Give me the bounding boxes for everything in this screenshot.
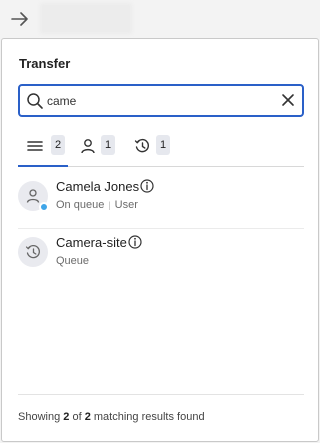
results-summary: Showing 2 of 2 matching results found xyxy=(18,411,205,423)
info-icon[interactable] xyxy=(128,235,142,249)
separator: | xyxy=(108,200,111,210)
summary-total-count: 2 xyxy=(84,411,91,423)
tab-users-count: 1 xyxy=(101,135,115,155)
top-bar xyxy=(0,0,320,38)
avatar xyxy=(18,237,48,267)
result-row-camera-site[interactable]: Camera-site Queue xyxy=(18,229,304,285)
person-icon xyxy=(26,189,40,203)
type-text: Queue xyxy=(56,255,90,267)
presence-indicator xyxy=(39,202,49,212)
type-text: User xyxy=(114,199,138,211)
summary-prefix: Showing xyxy=(18,411,61,423)
result-tabs: 2 1 1 xyxy=(18,135,304,167)
clock-history-icon xyxy=(25,244,40,258)
search-icon xyxy=(27,93,43,109)
tab-queues[interactable]: 1 xyxy=(134,135,184,167)
person-icon xyxy=(81,139,95,154)
tab-all-count: 2 xyxy=(51,135,65,155)
summary-suffix: matching results found xyxy=(93,411,205,423)
result-name: Camela Jones xyxy=(56,179,140,194)
transfer-panel: Transfer 2 1 xyxy=(1,38,319,442)
blurred-tab xyxy=(40,3,132,34)
arrow-right-icon xyxy=(11,12,28,26)
info-icon[interactable] xyxy=(140,179,154,193)
tab-users[interactable]: 1 xyxy=(80,135,124,167)
panel-title: Transfer xyxy=(19,56,71,71)
summary-of: of xyxy=(72,411,82,423)
result-meta: Queue xyxy=(56,255,89,267)
footer-divider xyxy=(18,394,304,395)
back-button[interactable] xyxy=(8,8,32,30)
search-input[interactable] xyxy=(47,92,267,110)
result-meta: On queue | User xyxy=(56,199,138,211)
avatar xyxy=(18,181,49,212)
tab-queues-count: 1 xyxy=(156,135,170,155)
summary-shown-count: 2 xyxy=(63,411,70,423)
clock-history-icon xyxy=(134,138,150,153)
result-row-camela-jones[interactable]: Camela Jones On queue | User xyxy=(18,173,304,229)
list-icon xyxy=(27,141,43,151)
search-box[interactable] xyxy=(18,84,304,117)
result-name: Camera-site xyxy=(56,235,127,250)
tab-all[interactable]: 2 xyxy=(18,135,68,167)
status-text: On queue xyxy=(56,199,105,211)
clear-icon[interactable] xyxy=(281,93,295,107)
